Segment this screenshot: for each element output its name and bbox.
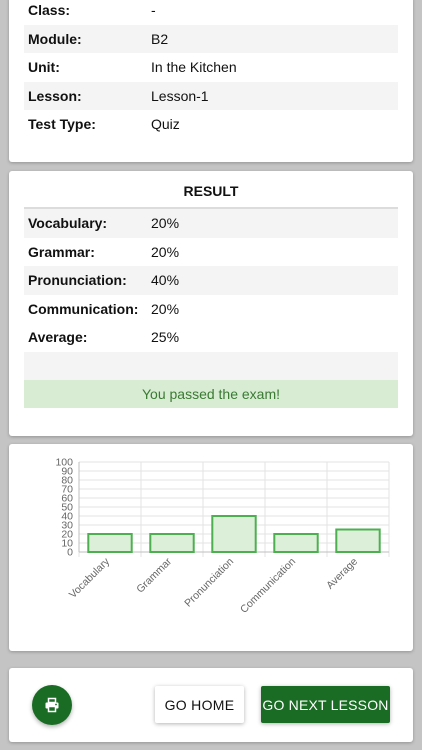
info-label: Lesson: [28,87,82,104]
x-tick-label: Vocabulary [67,555,113,601]
result-value: 20% [151,300,180,317]
lesson-info-table: Class: - Module: B2 Unit: In the Kitchen… [24,0,398,139]
result-label: Pronunciation: [28,272,127,289]
result-row-pronunciation: Pronunciation: 40% [24,266,398,295]
info-row-class: Class: - [24,0,398,25]
x-tick-label: Average [324,556,360,592]
result-table: Vocabulary: 20% Grammar: 20% Pronunciati… [24,209,398,408]
x-tick-label: Pronunciation [182,556,236,610]
result-value: 20% [151,243,180,260]
pass-status-banner: You passed the exam! [24,379,398,408]
result-card: RESULT Vocabulary: 20% Grammar: 20% Pron… [9,171,413,436]
result-label: Vocabulary: [28,215,108,232]
info-value: In the Kitchen [151,59,237,76]
print-icon [45,697,59,713]
x-tick-label: Communication [238,556,298,616]
info-row-lesson: Lesson: Lesson-1 [24,81,398,110]
result-row-grammar: Grammar: 20% [24,238,398,267]
bar [87,533,133,553]
result-label: Communication: [28,300,139,317]
result-row-communication: Communication: 20% [24,295,398,324]
info-label: Test Type: [28,116,96,133]
info-value: B2 [151,30,169,47]
info-value: - [151,2,156,19]
result-value: 20% [151,215,180,232]
y-tick-label: 100 [55,457,73,469]
info-row-test-type: Test Type: Quiz [24,110,398,139]
result-bar-chart: 0102030405060708090100Vocabulary Grammar P… [55,457,390,616]
x-tick-label: Grammar [134,555,174,595]
info-value: Lesson-1 [151,87,209,104]
bar [273,533,319,553]
result-label: Average: [28,329,88,346]
info-label: Class: [28,2,71,19]
go-home-button[interactable]: GO HOME [155,686,244,723]
result-label: Grammar: [28,243,95,260]
print-button[interactable] [32,685,72,725]
result-value: 25% [151,329,180,346]
result-row-vocabulary: Vocabulary: 20% [24,209,398,238]
bar [149,533,195,553]
actions-card: GO HOME GO NEXT LESSON [9,668,413,742]
info-row-unit: Unit: In the Kitchen [24,53,398,82]
go-next-lesson-button[interactable]: GO NEXT LESSON [261,686,390,723]
bar [211,515,257,553]
spacer-row [24,351,398,380]
result-heading: RESULT [24,171,398,209]
info-value: Quiz [151,116,180,133]
result-chart-card: 0 10 20 30 40 50 60 70 80 90 100 Vocabulary Grammar P… [9,444,413,651]
info-row-module: Module: B2 [24,24,398,53]
bar [335,528,381,553]
info-label: Unit: [28,59,60,76]
lesson-info-card: Class: - Module: B2 Unit: In the Kitchen… [9,0,413,162]
info-label: Module: [28,30,82,47]
result-row-average: Average: 25% [24,323,398,352]
result-value: 40% [151,272,180,289]
